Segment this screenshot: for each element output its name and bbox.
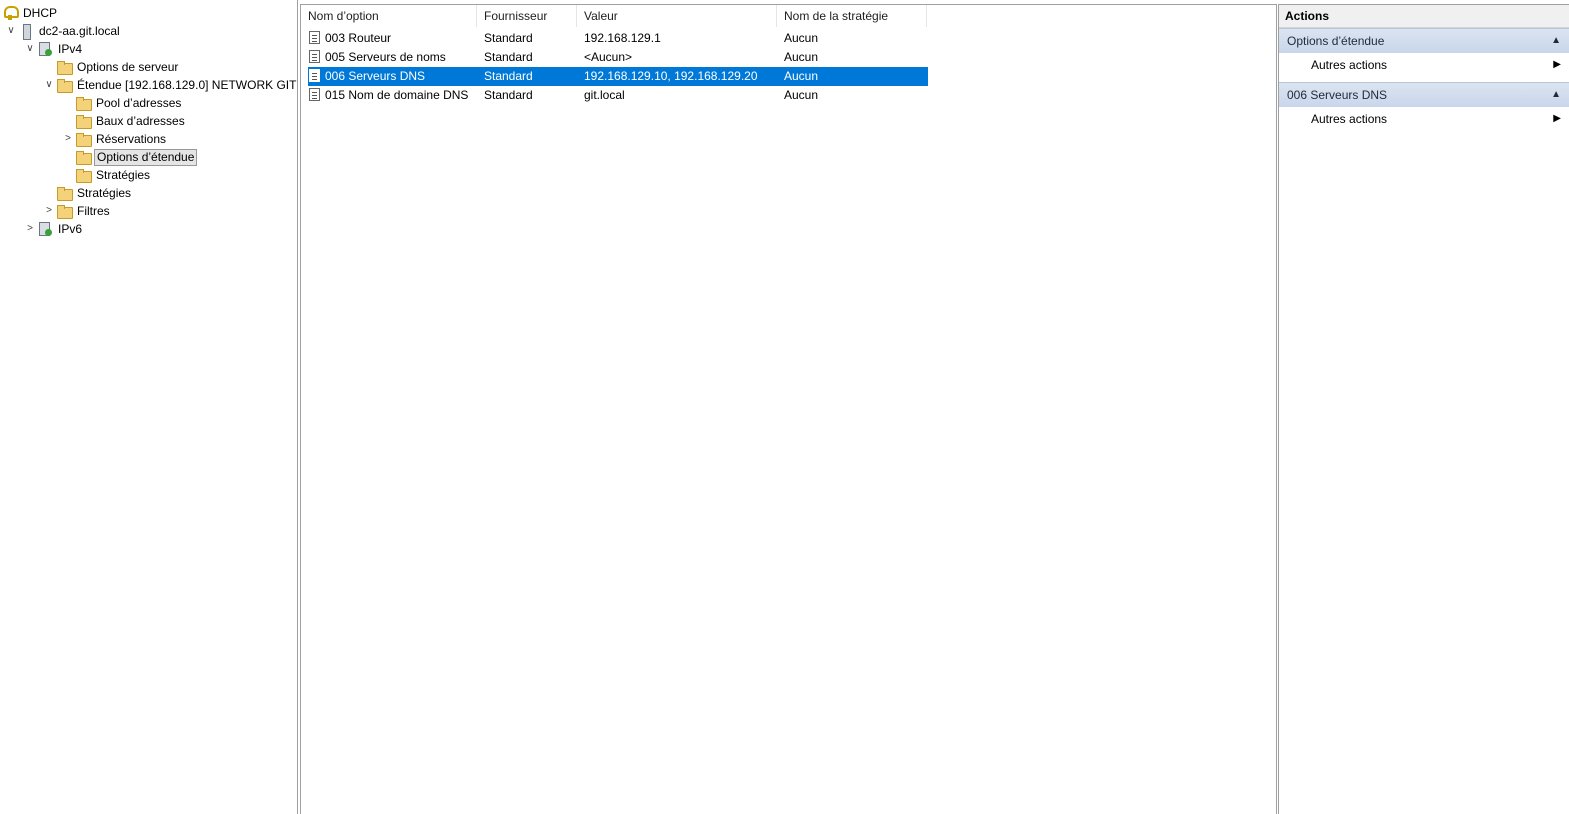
filter-icon xyxy=(56,203,73,219)
cell-vendor: Standard xyxy=(484,88,533,102)
cell-value: <Aucun> xyxy=(584,50,633,64)
tree-label: dc2-aa.git.local xyxy=(39,24,120,38)
option-icon xyxy=(309,50,320,63)
submenu-arrow-icon: ▶ xyxy=(1553,113,1561,124)
option-icon xyxy=(309,88,320,101)
tree-node-scope-policies[interactable]: Stratégies xyxy=(61,166,152,184)
tree-label: Options de serveur xyxy=(77,60,179,74)
ipv4-icon xyxy=(37,41,53,57)
tree-label: IPv6 xyxy=(58,222,83,236)
list-row-selected[interactable]: 006 Serveurs DNS Standard 192.168.129.10… xyxy=(308,67,928,86)
chevron-down-icon[interactable]: ∨ xyxy=(42,76,56,94)
folder-icon xyxy=(75,95,92,111)
tree-label: Pool d’adresses xyxy=(96,96,182,110)
ipv6-icon xyxy=(37,221,53,237)
folder-icon xyxy=(56,59,73,75)
tree-label: Options d’étendue xyxy=(94,148,198,166)
tree-node-server-options[interactable]: Options de serveur xyxy=(42,58,180,76)
actions-title: Actions xyxy=(1279,5,1569,28)
tree-label: Stratégies xyxy=(96,168,151,182)
tree-node-scope-options[interactable]: Options d’étendue xyxy=(61,148,198,166)
tree-node-scope[interactable]: ∨ Étendue [192.168.129.0] NETWORK GIT xyxy=(42,76,298,94)
tree-node-server[interactable]: ∨ dc2-aa.git.local xyxy=(4,22,122,40)
cell-vendor: Standard xyxy=(484,50,533,64)
tree-label: Stratégies xyxy=(77,186,132,200)
list-row[interactable]: 015 Nom de domaine DNS Standard git.loca… xyxy=(308,86,928,105)
tree-label: Baux d’adresses xyxy=(96,114,185,128)
tree-node-policies[interactable]: Stratégies xyxy=(42,184,133,202)
column-header-policy[interactable]: Nom de la stratégie xyxy=(777,5,927,27)
chevron-down-icon[interactable]: ∨ xyxy=(23,40,37,58)
option-icon xyxy=(309,31,320,44)
tree-label: DHCP xyxy=(23,6,58,20)
cell-value: git.local xyxy=(584,88,625,102)
list-row[interactable]: 005 Serveurs de noms Standard <Aucun> Au… xyxy=(308,48,928,67)
chevron-right-icon[interactable]: > xyxy=(61,130,75,148)
actions-section-dns-servers[interactable]: 006 Serveurs DNS ▲ xyxy=(1279,82,1569,107)
list-row[interactable]: 003 Routeur Standard 192.168.129.1 Aucun xyxy=(308,29,928,48)
column-header-option-name[interactable]: Nom d’option xyxy=(301,5,477,27)
actions-pane: Actions Options d’étendue ▲ Autres actio… xyxy=(1278,4,1569,814)
cell-policy: Aucun xyxy=(784,50,819,64)
tree-node-dhcp[interactable]: DHCP xyxy=(2,4,59,22)
tree-label: Filtres xyxy=(77,204,110,218)
tree-label: IPv4 xyxy=(58,42,83,56)
cell-name: 005 Serveurs de noms xyxy=(325,50,446,64)
tree-node-leases[interactable]: Baux d’adresses xyxy=(61,112,187,130)
cell-name: 006 Serveurs DNS xyxy=(325,69,426,83)
more-actions-item[interactable]: Autres actions ▶ xyxy=(1311,53,1569,77)
options-list[interactable]: Nom d’option Fournisseur Valeur Nom de l… xyxy=(300,4,1277,814)
action-label: Autres actions xyxy=(1311,112,1388,126)
folder-clock-icon xyxy=(75,113,92,129)
action-label: Autres actions xyxy=(1311,58,1388,72)
tree-node-pool[interactable]: Pool d’adresses xyxy=(61,94,183,112)
cell-name: 003 Routeur xyxy=(325,31,392,45)
tree-node-reservations[interactable]: > Réservations xyxy=(61,130,168,148)
section-label: Options d’étendue xyxy=(1287,34,1385,48)
console-tree[interactable]: DHCP ∨ dc2-aa.git.local ∨ IPv4 Options d… xyxy=(0,0,298,814)
collapse-icon[interactable]: ▲ xyxy=(1551,83,1561,107)
tree-node-ipv6[interactable]: > IPv6 xyxy=(23,220,84,238)
folder-icon xyxy=(75,167,92,183)
folder-icon xyxy=(75,149,92,165)
actions-section-scope-options[interactable]: Options d’étendue ▲ xyxy=(1279,28,1569,53)
cell-vendor: Standard xyxy=(484,31,533,45)
cell-value: 192.168.129.10, 192.168.129.20 xyxy=(584,69,758,83)
submenu-arrow-icon: ▶ xyxy=(1553,59,1561,70)
column-header-value[interactable]: Valeur xyxy=(577,5,777,27)
tree-node-ipv4[interactable]: ∨ IPv4 xyxy=(23,40,84,58)
tree-label: Étendue [192.168.129.0] NETWORK GIT xyxy=(77,78,297,92)
folder-icon xyxy=(75,131,92,147)
tree-node-filters[interactable]: > Filtres xyxy=(42,202,112,220)
chevron-down-icon[interactable]: ∨ xyxy=(4,22,18,40)
cell-policy: Aucun xyxy=(784,69,819,83)
option-icon xyxy=(309,69,320,82)
collapse-icon[interactable]: ▲ xyxy=(1551,29,1561,53)
cell-policy: Aucun xyxy=(784,31,819,45)
section-label: 006 Serveurs DNS xyxy=(1287,88,1388,102)
column-header-vendor[interactable]: Fournisseur xyxy=(477,5,577,27)
cell-value: 192.168.129.1 xyxy=(584,31,661,45)
more-actions-item[interactable]: Autres actions ▶ xyxy=(1311,107,1569,131)
tree-label: Réservations xyxy=(96,132,167,146)
dhcp-icon xyxy=(2,5,19,21)
folder-icon xyxy=(56,185,73,201)
cell-policy: Aucun xyxy=(784,88,819,102)
chevron-right-icon[interactable]: > xyxy=(23,220,37,238)
chevron-right-icon[interactable]: > xyxy=(42,202,56,220)
cell-vendor: Standard xyxy=(484,69,533,83)
folder-icon xyxy=(56,77,73,93)
server-icon xyxy=(18,23,34,40)
cell-name: 015 Nom de domaine DNS xyxy=(325,88,469,102)
